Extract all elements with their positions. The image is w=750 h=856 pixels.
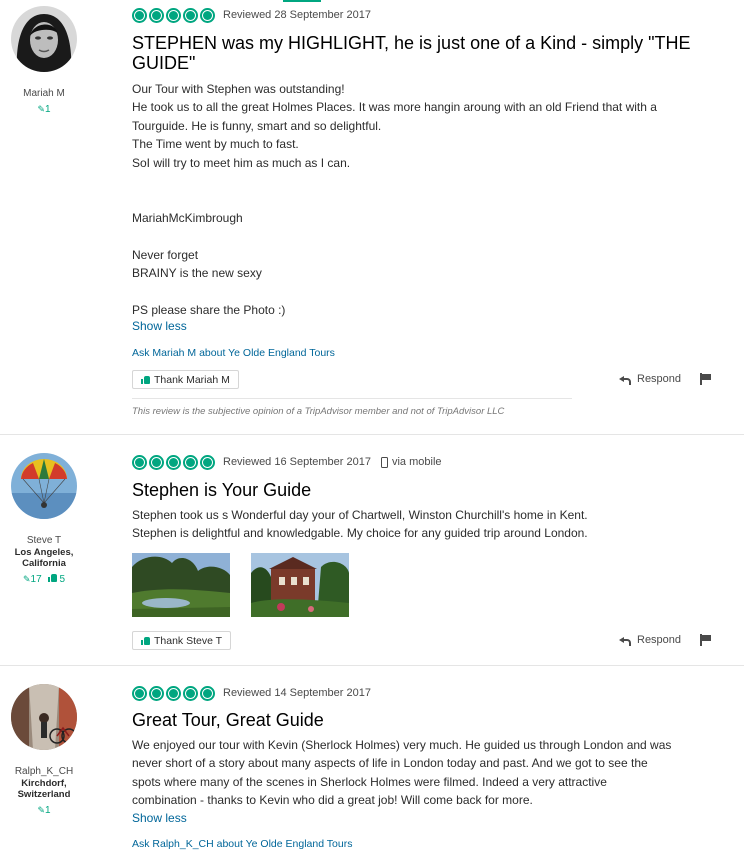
member-name[interactable]: Ralph_K_CH	[0, 766, 88, 777]
review-line: BRAINY is the new sexy	[132, 266, 262, 281]
helpful-votes-value: 5	[59, 574, 65, 585]
review-title[interactable]: STEPHEN was my HIGHLIGHT, he is just one…	[132, 33, 692, 73]
rating-bubble-icon	[183, 454, 198, 470]
thumbs-up-icon	[141, 375, 150, 384]
review-photo[interactable]	[251, 553, 349, 617]
respond-label: Respond	[637, 373, 682, 385]
mobile-phone-icon	[380, 456, 388, 468]
rating-bubble-icon	[200, 7, 215, 23]
rating-bubble-icon	[132, 685, 147, 701]
show-less-link[interactable]: Show less	[132, 811, 187, 825]
review-line	[132, 172, 692, 190]
rating-row: Reviewed 14 September 2017	[132, 685, 371, 701]
ask-member-link[interactable]: Ask Mariah M about Ye Olde England Tours	[132, 347, 335, 359]
review-line	[132, 282, 692, 300]
member-review-count: ✎1	[0, 104, 88, 115]
rating-bubble-icon	[149, 7, 164, 23]
rating-bubble-icon	[166, 7, 181, 23]
thumbs-up-icon	[141, 636, 150, 645]
member-location: Los Angeles, California	[14, 547, 74, 569]
rating-bubble-icon	[183, 7, 198, 23]
review-line: Never forget	[132, 247, 199, 262]
avatar[interactable]	[11, 684, 77, 750]
thank-button[interactable]: Thank Steve T	[132, 631, 232, 650]
rating-row: Reviewed 28 September 2017	[132, 7, 371, 23]
ask-member-link[interactable]: Ask Ralph_K_CH about Ye Olde England Tou…	[132, 838, 352, 850]
review-line: Stephen took us s Wonderful day your of …	[132, 508, 591, 541]
review-date: Reviewed 16 September 2017	[223, 456, 371, 468]
review-photo[interactable]	[132, 553, 230, 617]
review-title[interactable]: Great Tour, Great Guide	[132, 710, 692, 730]
avatar[interactable]	[11, 453, 77, 519]
review-date: Reviewed 28 September 2017	[223, 9, 371, 21]
review-disclaimer: This review is the subjective opinion of…	[132, 406, 505, 417]
rating-bubble-icon	[149, 454, 164, 470]
review-count-value: 17	[30, 574, 42, 585]
respond-button[interactable]: Respond	[619, 634, 681, 646]
review-body: Our Tour with Stephen was outstanding! H…	[132, 80, 692, 319]
review-body: We enjoyed our tour with Kevin (Sherlock…	[132, 736, 672, 810]
rating-bubble-icon	[200, 454, 215, 470]
member-location: Kirchdorf, Switzerland	[17, 778, 71, 800]
review-line: SoI will try to meet him as much as I ca…	[132, 155, 351, 170]
review-line	[132, 190, 692, 208]
review-line	[132, 227, 692, 245]
member-name[interactable]: Mariah M	[0, 88, 88, 99]
thank-label: Thank Steve T	[154, 634, 223, 647]
review-line: PS please share the Photo :)	[132, 302, 286, 317]
respond-button[interactable]: Respond	[619, 373, 681, 385]
review-count-icon: ✎	[37, 805, 45, 815]
review-line: The Time went by much to fast.	[132, 137, 299, 152]
thank-button[interactable]: Thank Mariah M	[132, 370, 239, 389]
review-title[interactable]: Stephen is Your Guide	[132, 480, 692, 500]
review-line: Our Tour with Stephen was outstanding!	[132, 82, 345, 96]
thank-label: Thank Mariah M	[154, 373, 230, 386]
rating-bubble-icon	[166, 454, 181, 470]
active-tab-indicator	[283, 0, 321, 2]
rating-bubble-icon	[183, 685, 198, 701]
review-line: MariahMcKimbrough	[132, 210, 243, 225]
review-count-value: 1	[44, 104, 51, 115]
review-count-icon: ✎	[37, 104, 45, 114]
reply-icon	[619, 375, 631, 385]
divider	[132, 398, 572, 399]
helpful-votes-icon	[48, 574, 58, 582]
member-stats: ✎17 5	[0, 574, 88, 585]
avatar[interactable]	[11, 6, 77, 72]
rating-bubble-icon	[166, 685, 181, 701]
rating-bubble-icon	[149, 685, 164, 701]
review-date: Reviewed 14 September 2017	[223, 687, 371, 699]
member-review-count: ✎1	[0, 805, 88, 816]
bubble-rating	[132, 454, 215, 470]
rating-bubble-icon	[132, 7, 147, 23]
review-count-icon: ✎	[22, 574, 31, 584]
review-body: Stephen took us s Wonderful day your of …	[132, 506, 632, 543]
via-mobile: via mobile	[380, 456, 442, 468]
review-separator	[0, 665, 744, 666]
review-separator	[0, 434, 744, 435]
review-line: He took us to all the great Holmes Place…	[132, 100, 661, 133]
via-mobile-label: via mobile	[391, 456, 442, 468]
flag-icon[interactable]	[700, 634, 712, 646]
rating-row: Reviewed 16 September 2017 via mobile	[132, 454, 442, 470]
member-name[interactable]: Steve T	[0, 535, 88, 546]
review-line: We enjoyed our tour with Kevin (Sherlock…	[132, 738, 675, 808]
show-less-link[interactable]: Show less	[132, 319, 187, 333]
review-count-value: 1	[44, 805, 51, 816]
reply-icon	[619, 636, 631, 646]
respond-label: Respond	[637, 634, 682, 646]
bubble-rating	[132, 7, 215, 23]
flag-icon[interactable]	[700, 373, 712, 385]
bubble-rating	[132, 685, 215, 701]
rating-bubble-icon	[200, 685, 215, 701]
rating-bubble-icon	[132, 454, 147, 470]
